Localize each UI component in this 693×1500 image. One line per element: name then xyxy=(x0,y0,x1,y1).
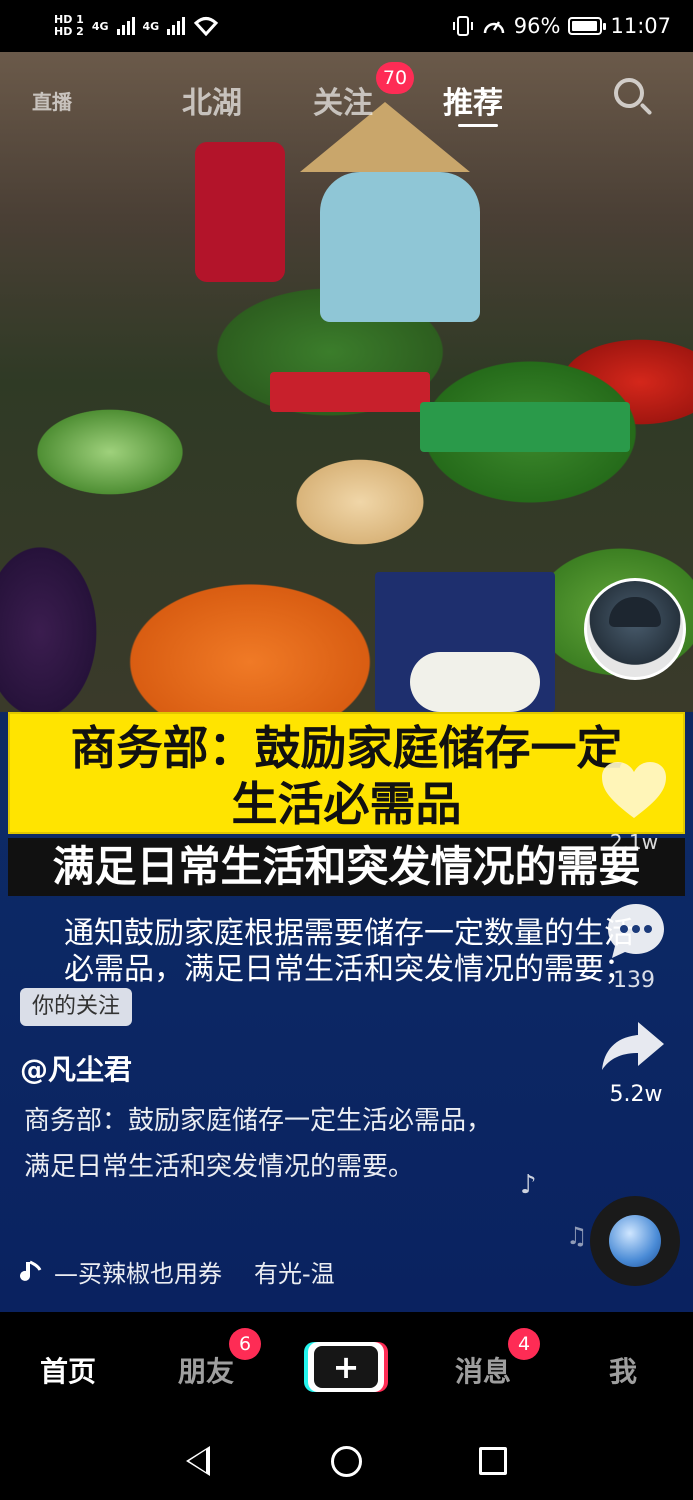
photo-green-basket xyxy=(420,402,630,452)
signal-1-icon xyxy=(116,17,135,35)
following-badge: 70 xyxy=(376,62,414,94)
signal-1-label: 4G xyxy=(91,19,109,33)
recent-apps-icon[interactable] xyxy=(479,1447,507,1475)
wifi-icon xyxy=(194,17,219,36)
network-indicators: HD 1 HD 2 4G 4G xyxy=(54,14,219,38)
headline-line-1: 商务部：鼓励家庭储存一定 xyxy=(70,721,623,775)
headline-banner: 商务部：鼓励家庭储存一定 生活必需品 xyxy=(8,712,685,834)
signal-2-label: 4G xyxy=(142,19,160,33)
friends-badge: 6 xyxy=(229,1328,261,1360)
share-icon[interactable] xyxy=(598,1018,668,1074)
photo-vendor-blue-jacket xyxy=(320,172,480,322)
tab-messages[interactable]: 消息 xyxy=(455,1350,511,1390)
tab-friends[interactable]: 朋友 xyxy=(178,1350,234,1390)
video-subtitle: 通知鼓励家庭根据需要储存一定数量的生活必需品，满足日常生活和突发情况的需要； xyxy=(64,916,634,987)
music-disc[interactable] xyxy=(590,1196,680,1286)
tab-local[interactable]: 北湖 xyxy=(182,78,242,122)
music-note-icon: ♪ xyxy=(520,1170,537,1200)
top-nav: 直播 北湖 关注 70 推荐 xyxy=(0,60,693,140)
music-track-1: —买辣椒也用券 xyxy=(54,1260,222,1288)
music-disc-cover xyxy=(609,1215,661,1267)
signal-2-icon xyxy=(167,17,186,35)
messages-badge: 4 xyxy=(508,1328,540,1360)
headline-sub-banner: 满足日常生活和突发情况的需要 xyxy=(8,838,685,896)
battery-fill xyxy=(572,21,598,31)
vibrate-icon xyxy=(452,16,473,36)
tab-following[interactable]: 关注 xyxy=(313,78,373,122)
author-name[interactable]: @凡尘君 xyxy=(20,1048,132,1088)
tab-recommend[interactable]: 推荐 xyxy=(443,78,503,122)
status-bar: HD 1 HD 2 4G 4G 96% 11:07 xyxy=(0,0,693,52)
music-note-icon-2: ♫ xyxy=(566,1222,588,1250)
clock: 11:07 xyxy=(610,14,671,38)
hd-2-label: HD 2 xyxy=(54,25,84,38)
music-note-small-icon xyxy=(20,1260,42,1281)
share-count: 5.2w xyxy=(609,1082,663,1107)
comment-count: 139 xyxy=(613,968,655,993)
music-track-2: 有光-温 xyxy=(254,1260,335,1288)
bottom-nav: 首页 朋友 6 + 消息 4 我 xyxy=(0,1312,693,1422)
heart-icon[interactable] xyxy=(600,760,668,820)
follow-tag: 你的关注 xyxy=(20,988,133,1026)
like-count: 2.1w xyxy=(609,830,659,854)
home-icon[interactable] xyxy=(331,1446,362,1477)
video-description[interactable]: 商务部：鼓励家庭储存一定生活必需品，满足日常生活和突发情况的需要。 xyxy=(24,1098,494,1190)
create-button[interactable]: + xyxy=(308,1342,384,1392)
active-tab-indicator xyxy=(458,124,498,127)
speed-icon xyxy=(483,21,505,34)
back-icon[interactable] xyxy=(186,1446,210,1476)
search-icon[interactable] xyxy=(614,78,644,108)
headline-line-2: 生活必需品 xyxy=(231,777,462,831)
author-avatar[interactable] xyxy=(584,578,686,680)
hd-labels: HD 1 HD 2 xyxy=(54,14,84,38)
photo-radishes xyxy=(410,652,540,712)
status-right: 96% 11:07 xyxy=(452,14,671,38)
photo-red-basket xyxy=(270,372,430,412)
music-row[interactable]: —买辣椒也用券 有光-温 xyxy=(20,1254,335,1289)
photo-vendor-red-apron xyxy=(195,142,285,282)
tab-home[interactable]: 首页 xyxy=(40,1350,96,1390)
tab-me[interactable]: 我 xyxy=(609,1350,637,1390)
battery-icon xyxy=(568,17,607,35)
tab-live[interactable]: 直播 xyxy=(32,86,72,115)
battery-percent: 96% xyxy=(513,14,561,38)
comment-icon[interactable] xyxy=(604,900,668,962)
system-nav xyxy=(0,1422,693,1500)
create-button-label: + xyxy=(314,1346,378,1388)
